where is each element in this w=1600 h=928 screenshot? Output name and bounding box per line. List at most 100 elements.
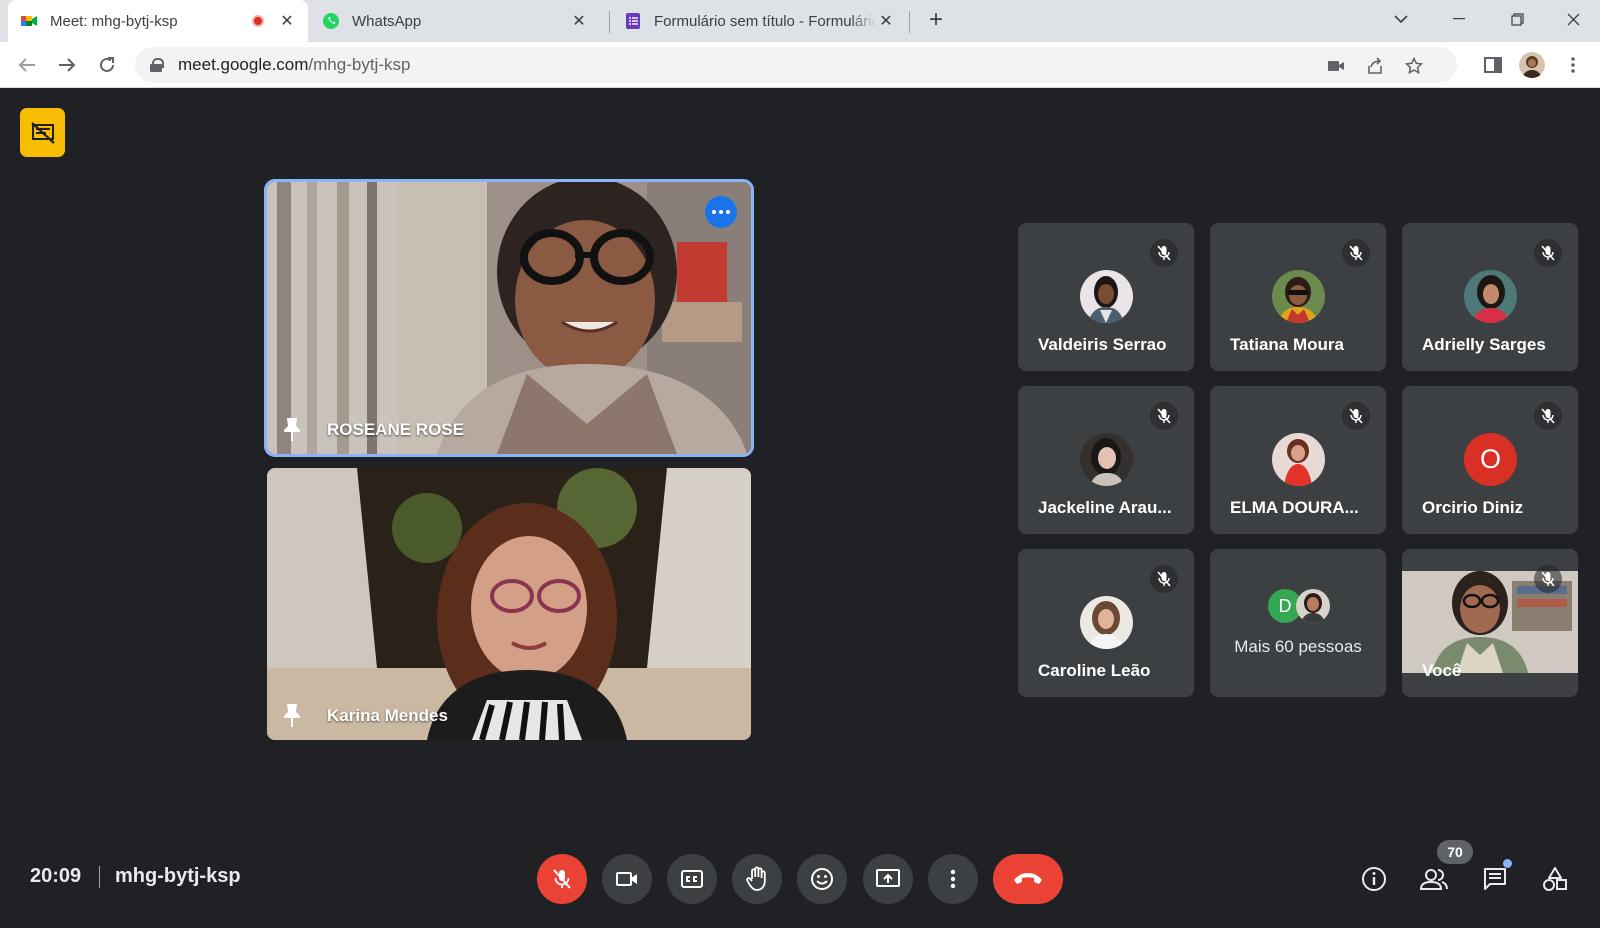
pinned-tile-roseane[interactable]: ROSEANE ROSE — [264, 179, 754, 457]
share-icon[interactable] — [1364, 55, 1386, 77]
presentation-off-badge[interactable] — [20, 108, 65, 157]
browser-toolbar: meet.google.com/mhg-bytj-ksp — [0, 42, 1600, 88]
participant-name: ELMA DOURA... — [1230, 498, 1359, 517]
google-forms-icon — [626, 13, 640, 29]
back-button[interactable] — [13, 51, 41, 79]
more-options-button[interactable] — [928, 854, 978, 904]
pinned-tile-karina[interactable]: Karina Mendes — [267, 468, 751, 740]
reload-button[interactable] — [93, 51, 121, 79]
close-tab-icon[interactable]: ✕ — [278, 11, 296, 31]
emoji-icon — [811, 868, 833, 890]
participant-tile[interactable]: Tatiana Moura — [1210, 223, 1386, 371]
participant-name: Karina Mendes — [327, 706, 448, 725]
url-text: meet.google.com/mhg-bytj-ksp — [178, 55, 410, 75]
people-icon — [1419, 869, 1448, 890]
participant-video — [267, 182, 751, 454]
forward-arrow-icon — [59, 58, 76, 72]
lock-icon — [150, 58, 164, 72]
camera-in-use-icon[interactable] — [1325, 55, 1347, 77]
tab-divider — [609, 11, 610, 33]
avatar — [1080, 596, 1133, 649]
tab-strip: Meet: mhg-bytj-ksp ✕ WhatsApp ✕ Formulár… — [0, 0, 1600, 42]
participant-name: ROSEANE ROSE — [327, 420, 464, 439]
tab-search-icon[interactable] — [1378, 0, 1424, 38]
captions-button[interactable] — [667, 854, 717, 904]
tab-title: WhatsApp — [352, 12, 422, 30]
raise-hand-button[interactable] — [732, 854, 782, 904]
close-tab-icon[interactable]: ✕ — [570, 11, 588, 31]
info-icon — [1362, 867, 1386, 891]
mic-off-icon — [1534, 565, 1562, 593]
present-screen-icon — [876, 869, 900, 887]
address-bar[interactable]: meet.google.com/mhg-bytj-ksp — [135, 47, 1457, 83]
mic-off-icon — [1342, 402, 1370, 430]
avatar-letter: O — [1464, 433, 1517, 486]
pin-icon[interactable] — [281, 416, 303, 442]
participant-video — [267, 468, 751, 740]
minimize-button[interactable] — [1436, 0, 1482, 38]
toggle-mic-button[interactable] — [537, 854, 587, 904]
side-panel-icon[interactable] — [1480, 52, 1506, 78]
tab-forms[interactable]: Formulário sem título - Formulários Goog… — [612, 0, 907, 42]
google-meet-icon — [21, 16, 37, 26]
participant-name: Valdeiris Serrao — [1038, 335, 1167, 354]
participant-name: Jackeline Arau... — [1038, 498, 1172, 517]
tab-meet[interactable]: Meet: mhg-bytj-ksp ✕ — [8, 0, 308, 42]
more-participants-tile[interactable]: D Mais 60 pessoas — [1210, 549, 1386, 697]
present-screen-button[interactable] — [863, 854, 913, 904]
participant-tile[interactable]: Valdeiris Serrao — [1018, 223, 1194, 371]
participant-tile[interactable]: O Orcirio Diniz — [1402, 386, 1578, 534]
pin-icon[interactable] — [281, 702, 303, 728]
participant-name: Orcirio Diniz — [1422, 498, 1524, 517]
tab-whatsapp[interactable]: WhatsApp ✕ — [310, 0, 600, 42]
avatar — [1464, 270, 1517, 323]
reload-icon — [100, 57, 114, 72]
raise-hand-icon — [746, 866, 766, 891]
avatar — [1080, 270, 1133, 323]
end-call-button[interactable] — [993, 854, 1063, 904]
participant-name: Você — [1422, 661, 1462, 680]
meeting-details-button[interactable] — [1357, 862, 1391, 896]
avatar — [1272, 270, 1325, 323]
meeting-clock: 20:09 — [30, 865, 82, 887]
participant-tile[interactable]: Jackeline Arau... — [1018, 386, 1194, 534]
more-horizontal-icon — [712, 210, 730, 214]
mic-off-icon — [1150, 565, 1178, 593]
restore-button[interactable] — [1494, 0, 1540, 38]
closed-captions-icon — [681, 870, 703, 888]
activities-button[interactable] — [1538, 862, 1572, 896]
meeting-controls-bar: 20:09 mhg-bytj-ksp 70 — [0, 840, 1600, 928]
participant-name: Caroline Leão — [1038, 661, 1151, 680]
back-arrow-icon — [18, 58, 35, 72]
forward-button[interactable] — [53, 51, 81, 79]
mic-off-icon — [1150, 239, 1178, 267]
participant-tile[interactable]: Caroline Leão — [1018, 549, 1194, 697]
reactions-button[interactable] — [797, 854, 847, 904]
tab-title: Meet: mhg-bytj-ksp — [50, 12, 178, 30]
more-vertical-icon — [950, 869, 956, 889]
mic-off-icon — [1342, 239, 1370, 267]
avatar — [1272, 433, 1325, 486]
more-options-button[interactable] — [705, 196, 737, 228]
profile-avatar[interactable] — [1519, 52, 1545, 78]
new-tab-button[interactable]: + — [922, 6, 950, 34]
mic-off-icon — [553, 869, 571, 889]
close-window-button[interactable] — [1550, 0, 1596, 38]
browser-menu-icon[interactable] — [1560, 52, 1586, 78]
url-host: meet.google.com — [178, 55, 309, 74]
participant-count-badge: 70 — [1437, 840, 1473, 864]
activities-icon — [1543, 867, 1567, 891]
participant-name: Adrielly Sarges — [1422, 335, 1546, 354]
participant-tile[interactable]: Adrielly Sarges — [1402, 223, 1578, 371]
divider — [99, 866, 100, 888]
participant-tile[interactable]: ELMA DOURA... — [1210, 386, 1386, 534]
avatar — [1080, 433, 1133, 486]
people-button[interactable] — [1417, 862, 1451, 896]
screen-share-off-icon — [30, 121, 55, 144]
self-tile[interactable]: Você — [1402, 549, 1578, 697]
toggle-camera-button[interactable] — [602, 854, 652, 904]
close-tab-icon[interactable]: ✕ — [877, 11, 895, 31]
tab-title: Formulário sem título - Formulários Goog… — [654, 12, 877, 30]
mic-off-icon — [1534, 239, 1562, 267]
bookmark-star-icon[interactable] — [1403, 55, 1425, 77]
